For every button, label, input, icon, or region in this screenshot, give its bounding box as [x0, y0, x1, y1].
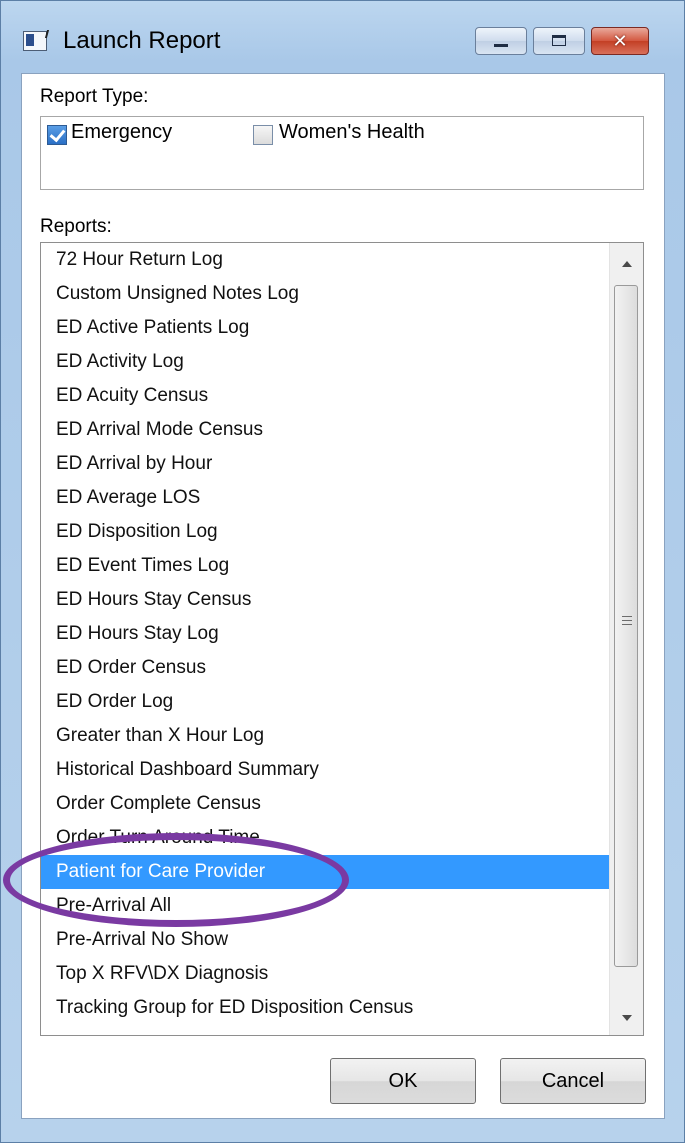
grip-line [622, 624, 632, 625]
list-item[interactable]: ED Arrival Mode Census [41, 413, 609, 447]
list-item[interactable]: ED Event Times Log [41, 549, 609, 583]
list-item[interactable]: ED Hours Stay Log [41, 617, 609, 651]
window-title: Launch Report [63, 27, 221, 54]
scroll-down-icon[interactable] [622, 1015, 632, 1021]
cancel-button[interactable]: Cancel [500, 1058, 646, 1104]
list-item[interactable]: ED Activity Log [41, 345, 609, 379]
list-item[interactable]: Greater than X Hour Log [41, 719, 609, 753]
list-item[interactable]: ED Order Census [41, 651, 609, 685]
app-window-icon [23, 31, 47, 51]
womens-health-checkbox-label[interactable]: Women's Health [279, 121, 425, 144]
title-bar[interactable]: Launch Report ✕ [1, 1, 684, 73]
minimize-button[interactable] [475, 27, 527, 55]
report-type-group: Emergency Women's Health [40, 116, 644, 190]
list-item[interactable]: 72 Hour Return Log [41, 243, 609, 277]
emergency-checkbox-label[interactable]: Emergency [71, 121, 172, 144]
grip-line [622, 616, 632, 617]
list-item[interactable]: ED Acuity Census [41, 379, 609, 413]
womens-health-checkbox[interactable] [253, 125, 273, 145]
list-item[interactable]: Tracking Group for ED Disposition Census [41, 991, 609, 1025]
minimize-icon [494, 44, 508, 47]
close-icon: ✕ [612, 31, 628, 51]
reports-label: Reports: [40, 216, 112, 237]
maximize-icon [552, 35, 566, 46]
reports-list: 72 Hour Return Log Custom Unsigned Notes … [41, 243, 609, 1025]
list-item[interactable]: ED Hours Stay Census [41, 583, 609, 617]
list-item[interactable]: ED Average LOS [41, 481, 609, 515]
reports-listbox[interactable]: 72 Hour Return Log Custom Unsigned Notes … [40, 242, 644, 1036]
close-button[interactable]: ✕ [591, 27, 649, 55]
list-item[interactable]: ED Active Patients Log [41, 311, 609, 345]
emergency-checkbox[interactable] [47, 125, 67, 145]
report-type-label: Report Type: [40, 86, 149, 107]
list-item[interactable]: Historical Dashboard Summary [41, 753, 609, 787]
ok-button[interactable]: OK [330, 1058, 476, 1104]
maximize-button[interactable] [533, 27, 585, 55]
scroll-up-icon[interactable] [622, 261, 632, 267]
dialog-client-area: Report Type: Emergency Women's Health Re… [21, 73, 665, 1119]
list-item[interactable]: ED Disposition Log [41, 515, 609, 549]
list-item[interactable]: Top X RFV\DX Diagnosis [41, 957, 609, 991]
scroll-thumb[interactable] [614, 285, 638, 967]
grip-line [622, 620, 632, 621]
list-item[interactable]: Order Complete Census [41, 787, 609, 821]
list-item[interactable]: Order Turn Around Time [41, 821, 609, 855]
list-item[interactable]: Pre-Arrival All [41, 889, 609, 923]
launch-report-window: Launch Report ✕ Report Type: Emergency W… [0, 0, 685, 1143]
reports-scrollbar[interactable] [609, 243, 643, 1035]
list-item-selected[interactable]: Patient for Care Provider [41, 855, 609, 889]
list-item[interactable]: Pre-Arrival No Show [41, 923, 609, 957]
list-item[interactable]: ED Arrival by Hour [41, 447, 609, 481]
list-item[interactable]: ED Order Log [41, 685, 609, 719]
list-item[interactable]: Custom Unsigned Notes Log [41, 277, 609, 311]
